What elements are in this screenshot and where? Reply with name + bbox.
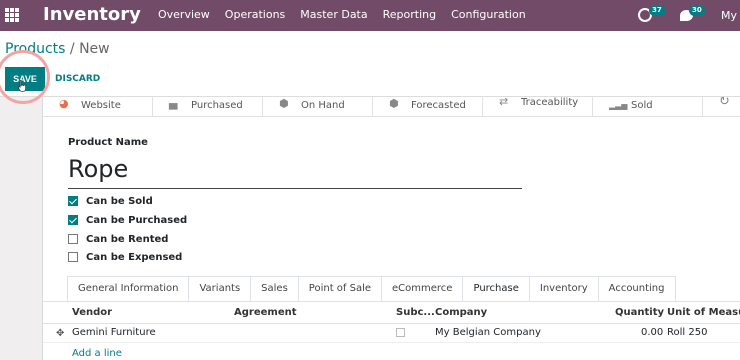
column-company[interactable]: Company xyxy=(435,307,487,318)
can-be-sold-row[interactable]: Can be Sold xyxy=(68,195,153,207)
column-subcontractor[interactable]: Subc... xyxy=(396,307,435,318)
smart-button-forecasted[interactable]: ⬢ Forecasted xyxy=(373,97,483,116)
message-count-badge: 30 xyxy=(688,4,705,16)
add-line-link[interactable]: Add a line xyxy=(72,348,122,359)
save-button[interactable]: SAVE xyxy=(5,67,45,91)
apps-menu-icon[interactable] xyxy=(5,8,19,22)
activity-clock-icon[interactable]: 37 xyxy=(637,5,665,22)
can-be-sold-label: Can be Sold xyxy=(86,195,153,207)
column-unit-of-measure[interactable]: Unit of Measure xyxy=(667,307,740,318)
breadcrumb: Products / New xyxy=(5,41,110,57)
control-panel: Products / New SAVE DISCARD xyxy=(0,31,740,97)
can-be-expensed-row[interactable]: Can be Expensed xyxy=(68,251,182,263)
can-be-expensed-checkbox[interactable] xyxy=(68,252,78,262)
smart-button-website[interactable]: ◕ Website xyxy=(43,97,153,116)
tab-variants[interactable]: Variants xyxy=(188,276,252,301)
cubes-icon: ⬢ xyxy=(389,97,399,110)
menu-master-data[interactable]: Master Data xyxy=(300,8,367,21)
subcontractor-checkbox[interactable] xyxy=(396,328,405,337)
signal-icon: ▂▃▅ xyxy=(609,101,628,110)
vendor-table-header: Vendor Agreement Subc... Company Quantit… xyxy=(43,301,740,324)
smart-button-rules[interactable]: ↻ R xyxy=(703,97,740,116)
column-vendor[interactable]: Vendor xyxy=(72,307,112,318)
smart-button-purchased[interactable]: ▄ Purchased xyxy=(153,97,263,116)
breadcrumb-products-link[interactable]: Products xyxy=(5,41,65,57)
table-row[interactable]: ✥ Gemini Furniture My Belgian Company 0.… xyxy=(43,324,740,343)
navbar-systray: 37 30 My xyxy=(637,4,740,26)
top-navbar: Inventory Overview Operations Master Dat… xyxy=(0,0,740,31)
tab-accounting[interactable]: Accounting xyxy=(597,276,676,301)
tab-sales[interactable]: Sales xyxy=(250,276,299,301)
product-name-label: Product Name xyxy=(68,137,148,148)
smart-button-label: Sold xyxy=(631,100,653,111)
globe-icon: ◕ xyxy=(59,97,69,110)
product-name-input[interactable]: Rope xyxy=(68,153,522,189)
form-sheet: ◕ Website ▄ Purchased ⬢ On Hand ⬢ Foreca… xyxy=(42,97,740,360)
smart-button-label: Traceability xyxy=(521,97,579,108)
uom-cell[interactable]: Roll 250 xyxy=(667,327,707,338)
menu-operations[interactable]: Operations xyxy=(225,8,285,21)
can-be-purchased-row[interactable]: Can be Purchased xyxy=(68,214,187,226)
menu-overview[interactable]: Overview xyxy=(158,8,210,21)
company-cell[interactable]: My Belgian Company xyxy=(435,327,541,338)
smart-button-traceability[interactable]: ⇄ Traceability xyxy=(483,97,593,116)
tab-inventory[interactable]: Inventory xyxy=(528,276,599,301)
can-be-sold-checkbox[interactable] xyxy=(68,196,78,206)
tab-purchase[interactable]: Purchase xyxy=(462,276,530,302)
activity-count-badge: 37 xyxy=(648,5,665,16)
menu-reporting[interactable]: Reporting xyxy=(383,8,436,21)
can-be-rented-row[interactable]: Can be Rented xyxy=(68,233,168,245)
can-be-purchased-checkbox[interactable] xyxy=(68,215,78,225)
smart-button-label: Purchased xyxy=(191,100,243,111)
can-be-rented-label: Can be Rented xyxy=(86,233,169,245)
can-be-expensed-label: Can be Expensed xyxy=(86,251,183,263)
vendor-cell[interactable]: Gemini Furniture xyxy=(72,327,156,338)
drag-handle-icon[interactable]: ✥ xyxy=(56,328,64,339)
column-agreement[interactable]: Agreement xyxy=(234,307,297,318)
main-menu: Overview Operations Master Data Reportin… xyxy=(158,8,541,21)
cart-icon: ▄ xyxy=(169,97,178,110)
can-be-rented-checkbox[interactable] xyxy=(68,234,78,244)
breadcrumb-current: New xyxy=(79,41,110,57)
messages-chat-icon[interactable]: 30 xyxy=(679,4,705,21)
smart-button-sold[interactable]: ▂▃▅ Sold xyxy=(593,97,703,116)
refresh-icon: ↻ xyxy=(719,97,730,109)
column-quantity[interactable]: Quantity xyxy=(615,307,664,318)
smart-button-label: Forecasted xyxy=(411,100,466,111)
breadcrumb-separator: / xyxy=(65,41,80,57)
user-menu[interactable]: My xyxy=(721,9,737,22)
smart-button-box: ◕ Website ▄ Purchased ⬢ On Hand ⬢ Foreca… xyxy=(43,97,740,117)
app-name[interactable]: Inventory xyxy=(43,3,141,27)
arrows-icon: ⇄ xyxy=(499,97,509,108)
smart-button-label: On Hand xyxy=(301,100,345,111)
tab-general-information[interactable]: General Information xyxy=(67,276,190,301)
menu-configuration[interactable]: Configuration xyxy=(451,8,526,21)
cubes-icon: ⬢ xyxy=(279,97,289,110)
tab-point-of-sale[interactable]: Point of Sale xyxy=(297,276,383,301)
discard-button[interactable]: DISCARD xyxy=(55,71,100,87)
tab-ecommerce[interactable]: eCommerce xyxy=(381,276,464,301)
quantity-cell[interactable]: 0.00 xyxy=(641,327,663,338)
smart-button-label: Website xyxy=(81,100,121,111)
smart-button-on-hand[interactable]: ⬢ On Hand xyxy=(263,97,373,116)
can-be-purchased-label: Can be Purchased xyxy=(86,214,188,226)
notebook-tabs: General Information Variants Sales Point… xyxy=(67,276,676,302)
